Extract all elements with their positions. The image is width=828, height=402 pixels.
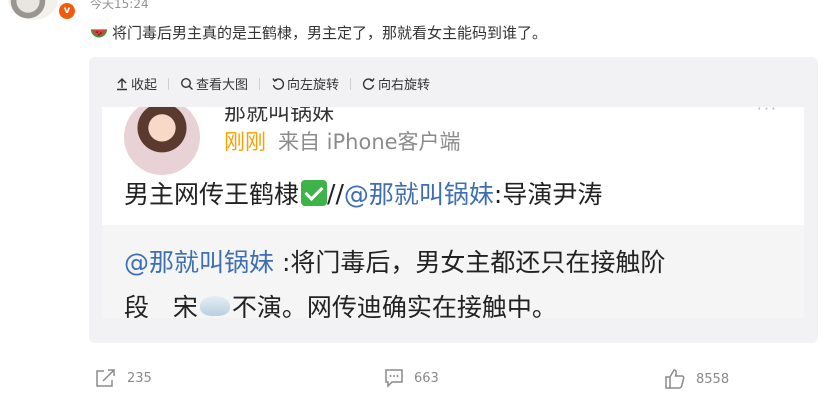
- post-timestamp: 今天15:24: [90, 0, 149, 11]
- thumbs-up-icon: [665, 369, 685, 389]
- action-bar: 235 663 8558: [0, 368, 828, 398]
- embedded-text-b: :导演尹涛: [493, 180, 603, 209]
- rotate-right-label: 向右旋转: [378, 78, 431, 93]
- embedded-avatar: [124, 107, 200, 175]
- toolbar-divider: [350, 77, 352, 90]
- embedded-screenshot-image[interactable]: 那就叫锅妹 ··· 刚刚 来自 iPhone客户端 男主网传王鹤棣 // @那就…: [102, 107, 804, 318]
- share-button[interactable]: 235: [95, 368, 152, 388]
- watermelon-icon: [90, 28, 108, 37]
- quote-text-2b: 不演。网传迪确实在接触中。: [231, 293, 557, 318]
- rotate-left-label: 向左旋转: [287, 78, 340, 93]
- embedded-source: 来自 iPhone客户端: [278, 130, 461, 154]
- quote-text-2a: 段 宋: [124, 293, 198, 318]
- embedded-sep: //: [327, 178, 344, 208]
- embedded-time: 刚刚: [224, 130, 266, 154]
- user-avatar[interactable]: [8, 0, 58, 20]
- vip-badge-icon: v: [58, 2, 76, 20]
- more-dots-icon: ···: [756, 107, 778, 118]
- quote-text-1: :将门毒后，男女主都还只在接触阶: [274, 248, 666, 277]
- toolbar-divider: [259, 77, 261, 90]
- swan-emoji-icon: [199, 296, 230, 316]
- embedded-author-name: 那就叫锅妹: [224, 107, 335, 126]
- post-text-content: 将门毒后男主真的是王鹤棣，男主定了，那就看女主能码到谁了。: [112, 24, 548, 42]
- share-icon: [96, 369, 115, 387]
- embedded-mention: @那就叫锅妹: [343, 180, 494, 209]
- view-large-label: 查看大图: [196, 78, 249, 93]
- embedded-quote-box: @那就叫锅妹 :将门毒后，男女主都还只在接触阶 段 宋 不演。网传迪确实在接触中…: [102, 225, 804, 318]
- quote-mention: @那就叫锅妹: [124, 248, 275, 277]
- embedded-meta: 刚刚 来自 iPhone客户端: [224, 126, 461, 156]
- toolbar-divider: [168, 77, 170, 90]
- embedded-text-a: 男主网传王鹤棣: [124, 180, 300, 209]
- collapse-button[interactable]: 收起: [115, 74, 157, 93]
- rotate-right-icon: [362, 77, 375, 90]
- collapse-icon: [117, 77, 127, 90]
- rotate-right-button[interactable]: 向右旋转: [362, 74, 430, 93]
- comment-button[interactable]: 663: [384, 368, 439, 388]
- comment-icon: [385, 369, 403, 388]
- quote-line-1: @那就叫锅妹 :将门毒后，男女主都还只在接触阶: [124, 243, 665, 279]
- media-panel: 收起 查看大图 向左旋转 向右旋转 那就叫锅妹 ··· 刚刚 来自 iPhone…: [89, 57, 818, 343]
- view-large-button[interactable]: 查看大图: [180, 74, 248, 93]
- check-mark-icon: [301, 180, 328, 206]
- like-count: 8558: [696, 371, 730, 387]
- rotate-left-icon: [272, 77, 285, 90]
- comment-count: 663: [414, 370, 439, 386]
- magnifier-icon: [181, 77, 194, 90]
- quote-line-2: 段 宋 不演。网传迪确实在接触中。: [124, 288, 557, 318]
- embedded-main-text: 男主网传王鹤棣 // @那就叫锅妹 :导演尹涛: [124, 175, 602, 211]
- media-toolbar: 收起 查看大图 向左旋转 向右旋转: [115, 74, 430, 93]
- collapse-label: 收起: [131, 78, 158, 93]
- like-button[interactable]: 8558: [664, 368, 729, 390]
- post-text: 将门毒后男主真的是王鹤棣，男主定了，那就看女主能码到谁了。: [90, 22, 547, 43]
- rotate-left-button[interactable]: 向左旋转: [271, 74, 339, 93]
- share-count: 235: [127, 370, 152, 386]
